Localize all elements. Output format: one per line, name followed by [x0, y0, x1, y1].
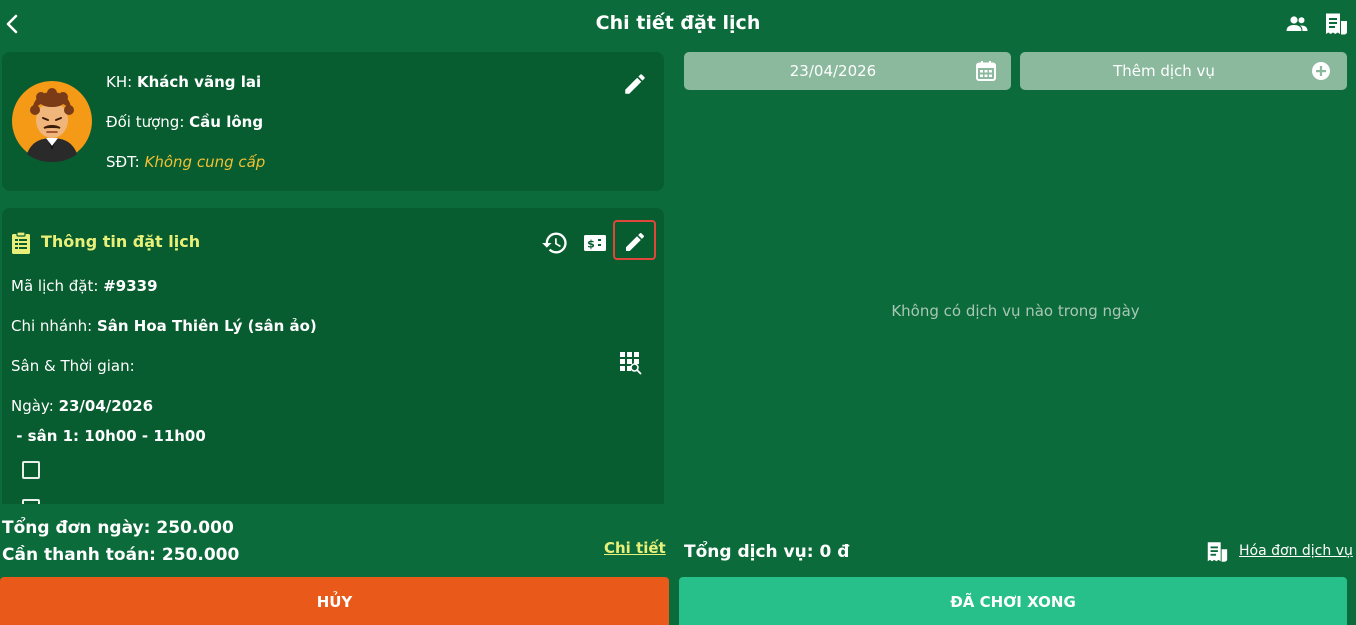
clipboard-icon — [10, 231, 32, 255]
service-total-label: Tổng dịch vụ: — [684, 542, 814, 562]
court-grid-button[interactable] — [618, 350, 644, 376]
booking-code-row: Mã lịch đặt: #9339 — [11, 277, 158, 295]
customer-phone-row: SĐT: Không cung cấp — [106, 153, 265, 171]
add-service-button[interactable]: Thêm dịch vụ — [1020, 52, 1347, 90]
slot-checkbox[interactable] — [22, 461, 40, 479]
customer-type-label: Đối tượng: — [106, 113, 185, 131]
detail-link[interactable]: Chi tiết — [604, 539, 666, 557]
service-total-row: Tổng dịch vụ: 0 đ — [684, 542, 849, 562]
day-total-value: 250.000 — [156, 518, 234, 538]
service-total-value: 0 đ — [819, 542, 850, 562]
cancel-button[interactable]: HỦY — [0, 577, 669, 625]
branch-name: Sân Hoa Thiên Lý (sân ảo) — [96, 317, 317, 335]
booking-date-row: Ngày: 23/04/2026 — [11, 397, 153, 415]
booking-code-label: Mã lịch đặt: — [11, 277, 99, 295]
pencil-icon — [622, 71, 648, 97]
day-total-row: Tổng đơn ngày: 250.000 — [2, 518, 234, 538]
receipt-button[interactable] — [1323, 12, 1349, 36]
edit-customer-button[interactable] — [622, 71, 648, 97]
finish-playing-button[interactable]: ĐÃ CHƠI XONG — [679, 577, 1347, 625]
service-invoice-link[interactable]: Hóa đơn dịch vụ — [1239, 543, 1353, 559]
to-pay-row: Cần thanh toán: 250.000 — [2, 545, 239, 565]
svg-text:$: $ — [587, 238, 595, 251]
service-date-picker[interactable]: 23/04/2026 — [684, 52, 1011, 90]
grid-search-icon — [618, 350, 644, 376]
money-icon: $ — [580, 230, 610, 256]
court-time-label: Sân & Thời gian: — [11, 357, 135, 375]
to-pay-value: 250.000 — [161, 545, 240, 565]
day-total-label: Tổng đơn ngày: — [2, 518, 151, 538]
edit-booking-button[interactable] — [613, 220, 656, 260]
plus-circle-icon — [1311, 61, 1331, 81]
booking-section-title: Thông tin đặt lịch — [41, 232, 201, 251]
booking-info-card: Thông tin đặt lịch $ Mã lịch đặt: #9339 … — [2, 208, 664, 504]
customer-name: Khách vãng lai — [136, 73, 262, 91]
court-slot: - sân 1: 10h00 - 11h00 — [11, 427, 206, 445]
service-date: 23/04/2026 — [789, 62, 877, 80]
booking-code: #9339 — [103, 277, 158, 295]
customer-phone-label: SĐT: — [106, 153, 140, 171]
payment-button[interactable]: $ — [580, 230, 610, 256]
invoice-icon — [1205, 540, 1229, 564]
people-icon — [1285, 14, 1309, 34]
customer-type: Cầu lông — [189, 113, 264, 131]
pencil-icon — [615, 230, 654, 254]
customer-name-label: KH: — [106, 73, 133, 91]
branch-row: Chi nhánh: Sân Hoa Thiên Lý (sân ảo) — [11, 317, 317, 335]
booking-date-label: Ngày: — [11, 397, 54, 415]
booking-date: 23/04/2026 — [58, 397, 154, 415]
customer-name-row: KH: Khách vãng lai — [106, 73, 261, 91]
empty-services-message: Không có dịch vụ nào trong ngày — [891, 302, 1140, 320]
history-button[interactable] — [540, 229, 570, 257]
customer-phone: Không cung cấp — [144, 153, 266, 171]
to-pay-label: Cần thanh toán: — [2, 545, 156, 565]
add-service-label: Thêm dịch vụ — [1113, 62, 1215, 80]
avatar — [11, 80, 93, 162]
slot-checkbox[interactable] — [22, 499, 40, 504]
customer-type-row: Đối tượng: Cầu lông — [106, 113, 263, 131]
page-title: Chi tiết đặt lịch — [595, 12, 761, 34]
customer-card: KH: Khách vãng lai Đối tượng: Cầu lông S… — [2, 52, 664, 191]
app-header: Chi tiết đặt lịch — [0, 0, 1356, 48]
receipt-icon — [1323, 12, 1349, 36]
customers-button[interactable] — [1285, 14, 1309, 34]
calendar-icon — [975, 60, 997, 82]
history-icon — [540, 229, 570, 257]
branch-label: Chi nhánh: — [11, 317, 93, 335]
